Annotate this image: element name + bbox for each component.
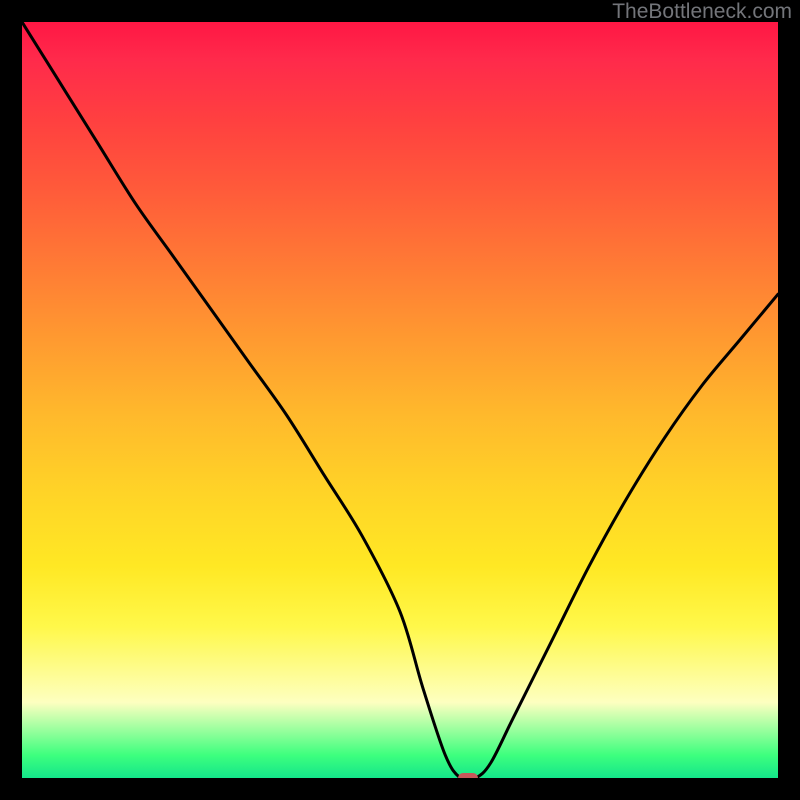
bottleneck-curve bbox=[22, 22, 778, 778]
watermark: TheBottleneck.com bbox=[612, 0, 792, 24]
marker-point bbox=[458, 773, 478, 778]
curve-svg bbox=[22, 22, 778, 778]
plot-area bbox=[22, 22, 778, 778]
chart-frame: TheBottleneck.com bbox=[0, 0, 800, 800]
